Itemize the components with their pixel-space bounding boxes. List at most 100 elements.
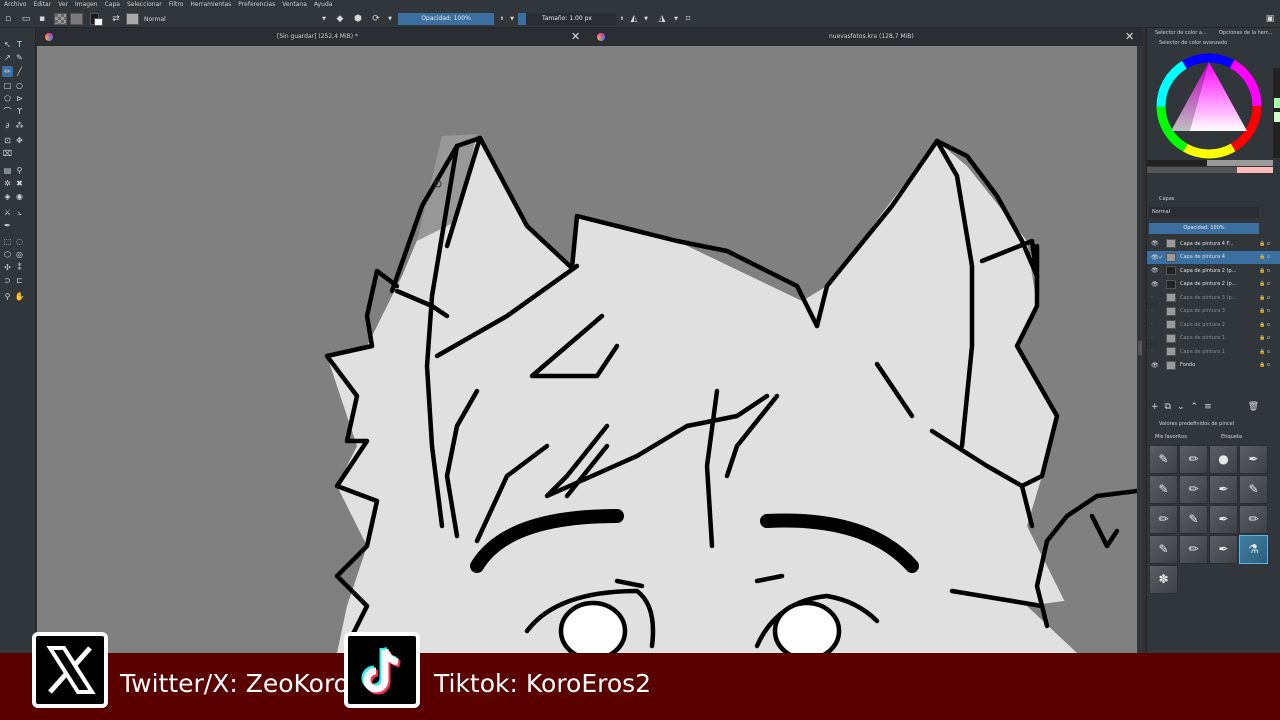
menu-capa[interactable]: Capa [105, 0, 120, 10]
eye-icon[interactable]: 👁 [1147, 254, 1159, 261]
alpha-lock-icon[interactable]: ⬢ [352, 13, 364, 25]
layer-row[interactable]: · Capa de pintura 2 🔒 α [1147, 318, 1280, 332]
window-layout-icon[interactable]: ▣ [1264, 13, 1276, 25]
edit-shapes-icon[interactable]: ↗ [2, 52, 13, 63]
lock-icon[interactable]: 🔒 α [1259, 281, 1280, 287]
brush-preset[interactable]: ✒ [1209, 475, 1238, 504]
open-document-icon[interactable]: ▭ [20, 13, 32, 25]
layer-row[interactable]: 👁 Capa de pintura 2 (p... 🔒 α [1147, 264, 1280, 278]
menu-ventana[interactable]: Ventana [282, 0, 307, 10]
eye-closed-icon[interactable]: · [1147, 348, 1156, 355]
line-tool-icon[interactable]: ╱ [14, 66, 25, 77]
menu-seleccionar[interactable]: Seleccionar [127, 0, 162, 10]
multibrush-icon[interactable]: ⁂ [14, 120, 25, 131]
eye-closed-icon[interactable]: · [1147, 335, 1156, 342]
reference-images-icon[interactable]: ✒ [2, 220, 13, 231]
layer-row[interactable]: · Capa de pintura 1 🔒 α [1147, 332, 1280, 346]
color-wheel[interactable] [1147, 48, 1280, 188]
brush-preset[interactable]: ✎ [1239, 475, 1268, 504]
brush-preset[interactable]: ✏ [1239, 505, 1268, 534]
close-icon[interactable]: ✕ [1125, 30, 1134, 44]
bezier-tool-icon[interactable]: ⌒ [2, 106, 13, 117]
eye-icon[interactable]: 👁 [1147, 281, 1159, 288]
lock-icon[interactable]: 🔒 α [1259, 362, 1280, 368]
brush-preset[interactable]: ✏ [1179, 535, 1208, 564]
polyline-tool-icon[interactable]: ⊳ [14, 93, 25, 104]
chevron-down-icon[interactable]: ▼ [384, 13, 396, 25]
scrollbar-thumb[interactable] [1138, 341, 1142, 355]
brush-preset[interactable]: ✎ [1149, 445, 1178, 474]
colorize-mask-icon[interactable]: ✖ [14, 178, 25, 189]
brush-preset-swatch[interactable] [126, 13, 139, 25]
brush-preset[interactable]: ✒ [1209, 505, 1238, 534]
rectangle-tool-icon[interactable]: □ [2, 80, 13, 91]
advanced-color-selector[interactable] [1147, 48, 1280, 188]
lock-icon[interactable]: 🔒 α [1259, 254, 1280, 260]
tab-tool-options[interactable]: Opciones de la herr... [1219, 28, 1272, 39]
new-document-icon[interactable]: ▫ [2, 13, 14, 25]
zoom-icon[interactable]: ⚲ [2, 291, 13, 302]
save-icon[interactable]: ▪ [36, 13, 48, 25]
menu-ayuda[interactable]: Ayuda [314, 0, 333, 10]
menu-filtro[interactable]: Filtro [169, 0, 184, 10]
eye-icon[interactable]: 👁 [1147, 267, 1159, 274]
freehand-path-icon[interactable]: ϒ [14, 106, 25, 117]
menu-preferencias[interactable]: Preferencias [238, 0, 275, 10]
menu-editar[interactable]: Editar [33, 0, 51, 10]
move-layer-up-icon[interactable]: ⌃ [1191, 402, 1199, 414]
bezier-select-icon[interactable]: ⊃ [2, 275, 13, 286]
lock-icon[interactable]: 🔒 α [1259, 335, 1280, 341]
crop-icon[interactable]: ⊡ [2, 135, 13, 146]
freehand-select-icon[interactable]: ◎ [14, 249, 25, 260]
layer-row[interactable]: 👁 ✓ Capa de pintura 4 🔒 α [1147, 250, 1280, 264]
wrap-around-icon[interactable]: ⌗ [682, 13, 694, 25]
lock-icon[interactable]: 🔒 α [1259, 295, 1280, 301]
ellipse-tool-icon[interactable]: ○ [14, 80, 25, 91]
close-icon[interactable]: ✕ [571, 30, 580, 44]
lock-icon[interactable]: 🔒 α [1259, 241, 1280, 247]
size-spinner-icon[interactable]: ⬍ [616, 13, 628, 25]
lock-icon[interactable]: 🔒 α [1259, 349, 1280, 355]
mirror-vertical-icon[interactable]: ◮ [656, 13, 668, 25]
select-shapes-icon[interactable]: ↖ [2, 39, 13, 50]
layer-properties-icon[interactable]: ≡ [1204, 402, 1212, 414]
eraser-icon[interactable]: ◆ [334, 13, 346, 25]
brush-preset[interactable]: ✒ [1239, 445, 1268, 474]
tab-unsaved-document[interactable]: [Sin guardar] (252,4 MiB) * [277, 28, 358, 46]
text-tool-icon[interactable]: T [14, 39, 25, 50]
tab-color-selector[interactable]: Selector de color a... [1155, 28, 1207, 39]
move-layer-down-icon[interactable]: ⌄ [1177, 402, 1185, 414]
enclose-fill-icon[interactable]: ◉ [14, 191, 25, 202]
canvas-scrollbar[interactable] [1137, 46, 1143, 653]
brush-preset[interactable]: ✏ [1149, 505, 1178, 534]
eye-icon[interactable]: 👁 [1147, 240, 1159, 247]
swap-colors-icon[interactable]: ⇄ [110, 13, 122, 25]
layer-opacity-slider[interactable]: Opacidad: 100% [1149, 223, 1259, 234]
brush-preset[interactable]: ✎ [1149, 535, 1178, 564]
measure-tool-icon[interactable]: ⦣ [14, 207, 25, 218]
background-color-swatch[interactable] [94, 18, 103, 26]
menu-ver[interactable]: Ver [58, 0, 68, 10]
tab-nuevasfotos[interactable]: nuevasfotos.kra (128,7 MiB) [829, 28, 914, 46]
add-layer-icon[interactable]: + [1151, 402, 1159, 414]
size-slider[interactable]: Tamaño: 1.00 px [518, 13, 616, 25]
layer-row[interactable]: 👁 Capa de pintura 4 F... 🔒 α [1147, 237, 1280, 251]
polygon-select-icon[interactable]: ⬡ [2, 249, 13, 260]
brush-favorites-select[interactable]: Mis favoritos [1155, 432, 1187, 442]
gradient-swatch[interactable] [54, 13, 67, 25]
freehand-brush-icon[interactable]: ✏ [2, 66, 13, 77]
assistant-tool-icon[interactable]: ⚔ [2, 207, 13, 218]
pattern-swatch[interactable] [70, 13, 83, 25]
chevron-down-icon[interactable]: ▼ [640, 13, 652, 25]
drawing-canvas[interactable] [37, 46, 1137, 653]
layer-row[interactable]: · Capa de pintura 3 🔒 α [1147, 305, 1280, 319]
eye-closed-icon[interactable]: · [1147, 308, 1156, 315]
blend-mode-select[interactable]: Normal ▼ [140, 14, 328, 25]
polygon-tool-icon[interactable]: ⬠ [2, 93, 13, 104]
contiguous-select-icon[interactable]: ✣ [2, 262, 13, 273]
opacity-slider[interactable]: Opacidad: 100% [398, 13, 494, 25]
layer-blend-select[interactable]: Normal [1149, 207, 1259, 218]
move-tool-icon[interactable]: ✥ [14, 135, 25, 146]
brush-preset[interactable]: ✎ [1179, 505, 1208, 534]
brush-preset[interactable]: ✏ [1179, 445, 1208, 474]
